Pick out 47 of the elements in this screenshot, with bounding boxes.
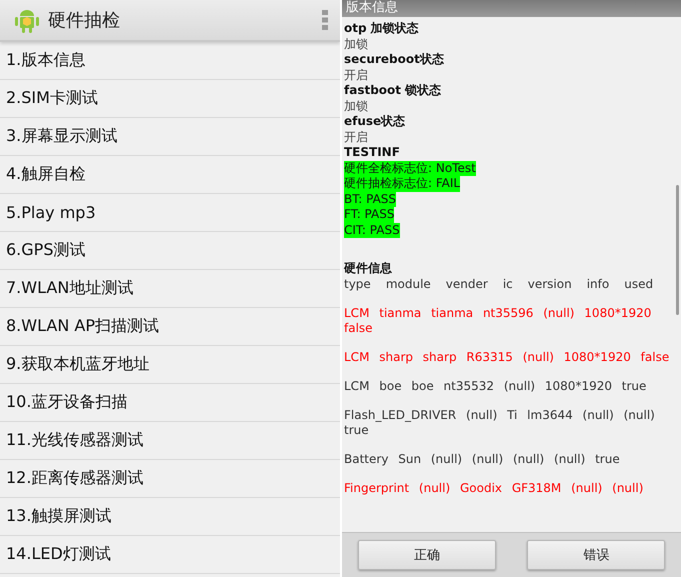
column-header: module — [386, 276, 431, 292]
status-flag: 硬件抽检标志位: FAIL — [344, 176, 460, 192]
info-heading: efuse状态 — [344, 114, 406, 130]
test-list-item[interactable]: 13.触摸屏测试 — [0, 498, 340, 536]
test-list-item[interactable]: 2.SIM卡测试 — [0, 80, 340, 118]
dialog-title: 版本信息 — [342, 0, 681, 17]
column-header: version — [528, 276, 572, 292]
hardware-row-text: Flash_LED_DRIVER (null) Ti lm3644 (null) (null) true — [344, 408, 656, 438]
status-flag: FT: PASS — [344, 207, 394, 222]
status-flag: 硬件全检标志位: NoTest — [344, 160, 476, 176]
test-list-item[interactable]: 3.屏幕显示测试 — [0, 118, 340, 156]
info-value: 开启 — [344, 130, 368, 145]
column-header: used — [624, 276, 654, 292]
test-list-item[interactable]: 9.获取本机蓝牙地址 — [0, 346, 340, 384]
column-header: vender — [446, 276, 488, 292]
info-value: 加锁 — [344, 36, 368, 52]
hardware-row-text: Fingerprint (null) Goodix GF318M (null) (null) — [344, 481, 644, 496]
test-list-item[interactable]: 1.版本信息 — [0, 42, 340, 80]
info-heading: otp 加锁状态 — [344, 21, 419, 36]
hardware-row-text: LCM boe boe nt35532 (null) 1080*1920 true — [344, 379, 648, 394]
test-list-item[interactable]: 5.Play mp3 — [0, 194, 340, 232]
info-value: 加锁 — [344, 98, 368, 114]
info-heading: fastboot 锁状态 — [344, 83, 442, 98]
test-list-item[interactable]: 10.蓝牙设备扫描 — [0, 384, 340, 422]
column-header: ic — [502, 276, 513, 292]
dialog-button[interactable]: 正确 — [358, 540, 496, 570]
column-header: info — [586, 276, 610, 292]
status-flag: CIT: PASS — [344, 222, 400, 238]
hardware-row-text: Battery Sun (null) (null) (null) (null) true — [344, 452, 621, 467]
test-list-item[interactable]: 8.WLAN AP扫描测试 — [0, 308, 340, 346]
test-list-item[interactable]: 12.距离传感器测试 — [0, 460, 340, 498]
dialog-button[interactable]: 错误 — [527, 540, 666, 570]
hardware-row-text: LCM sharp sharp R63315 (null) 1080*1920 false — [344, 350, 670, 365]
hardware-heading: 硬件信息 — [344, 260, 393, 276]
test-list-item[interactable]: 7.WLAN地址测试 — [0, 270, 340, 308]
app-title: 硬件抽检 — [48, 9, 121, 32]
test-list-item[interactable]: 14.LED灯测试 — [0, 536, 340, 574]
test-list-item[interactable]: 6.GPS测试 — [0, 232, 340, 270]
hardware-row-text: LCM tianma tianma nt35596 (null) 1080*1920 false — [344, 306, 652, 336]
column-header: type — [344, 276, 371, 292]
info-heading: secureboot状态 — [344, 52, 444, 68]
test-list-item[interactable]: 11.光线传感器测试 — [0, 422, 340, 460]
info-heading: TESTINF — [344, 145, 400, 160]
status-flag: BT: PASS — [344, 192, 396, 207]
info-value: 开启 — [344, 68, 368, 83]
overflow-menu-icon[interactable] — [322, 10, 328, 30]
test-list-item[interactable]: 4.触屏自检 — [0, 156, 340, 194]
